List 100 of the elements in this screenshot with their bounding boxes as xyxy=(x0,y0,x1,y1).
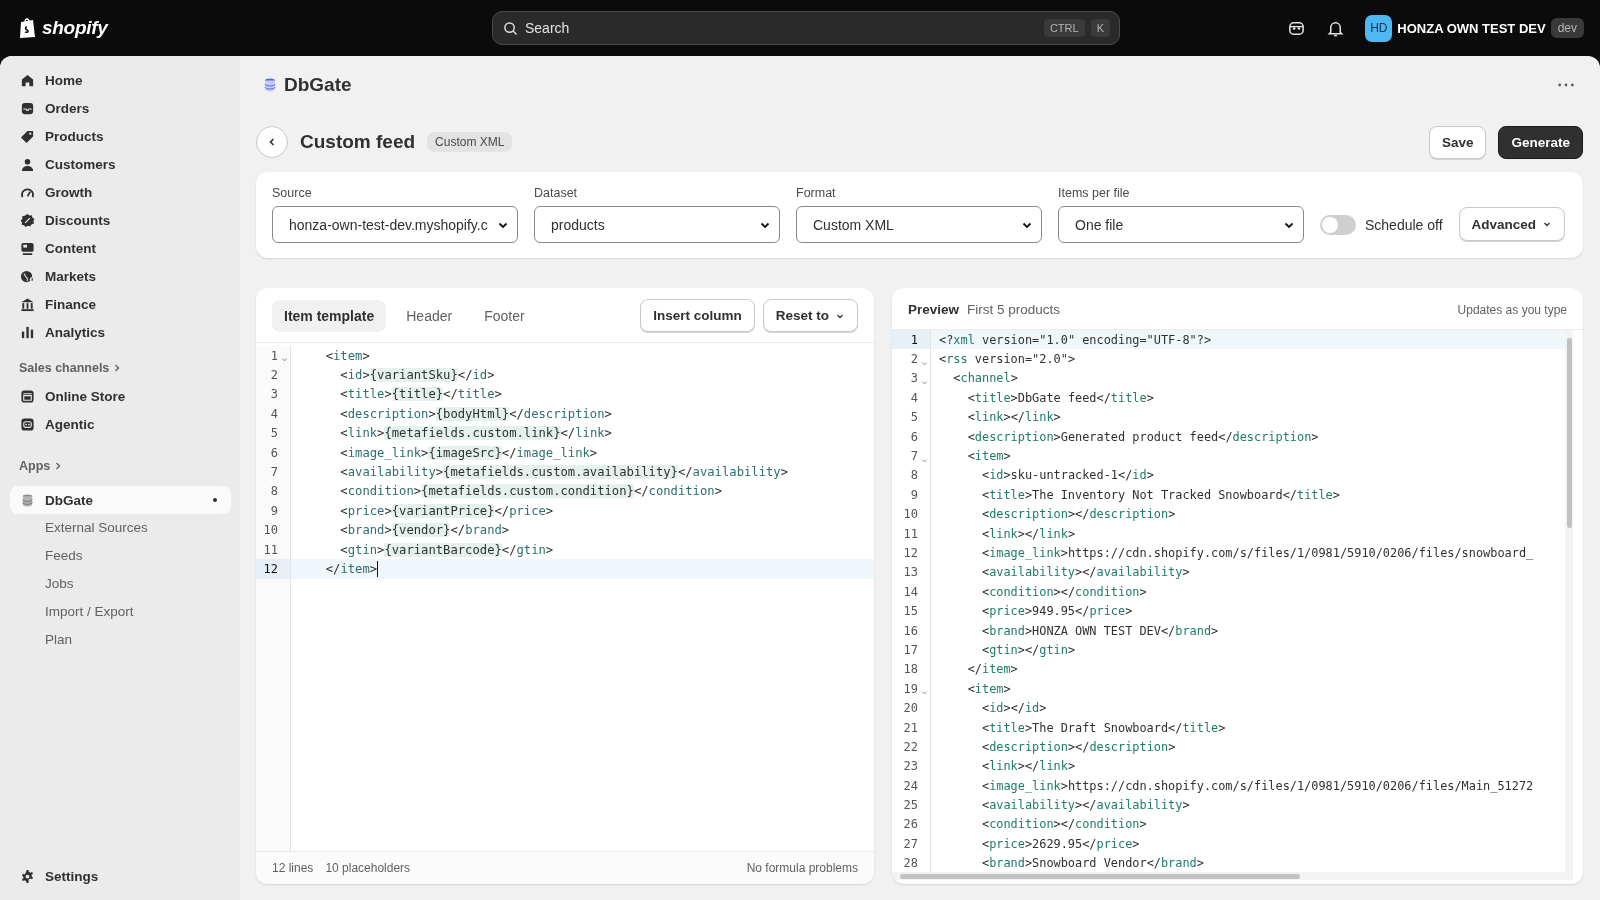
nav-item[interactable]: Home xyxy=(10,66,231,94)
nav-subitem[interactable]: Feeds xyxy=(10,542,231,570)
code-line: </item> xyxy=(324,562,378,576)
code-line: <channel> xyxy=(952,371,1018,386)
line-number: 11 xyxy=(263,542,278,557)
code-line: <title>The Draft Snowboard</title> xyxy=(980,720,1226,735)
line-number: 18 xyxy=(903,662,918,677)
line-number: 24 xyxy=(903,778,918,793)
nav-item[interactable]: Discounts xyxy=(10,206,231,234)
line-number: 20 xyxy=(903,701,918,716)
advanced-button[interactable]: Advanced xyxy=(1458,207,1566,241)
nav-subitem[interactable]: Import / Export xyxy=(10,598,231,626)
bank-icon xyxy=(20,296,35,312)
tag-icon xyxy=(20,128,35,144)
store-avatar[interactable]: HD xyxy=(1365,14,1393,42)
line-number: 13 xyxy=(903,565,918,580)
code-line: <link></link> xyxy=(980,526,1076,541)
fold-icon[interactable] xyxy=(280,356,288,364)
more-icon[interactable] xyxy=(1557,82,1575,88)
problems-status: No formula problems xyxy=(746,861,858,875)
section-heading[interactable]: Sales channels xyxy=(10,354,231,382)
fold-icon[interactable] xyxy=(920,379,928,387)
line-number: 19 xyxy=(903,681,918,696)
dropdown-field[interactable]: One file xyxy=(1058,206,1304,243)
code-line: <description>{bodyHtml}</description> xyxy=(339,406,612,421)
discount-icon xyxy=(20,212,35,228)
dropdown-field[interactable]: Custom XML xyxy=(796,206,1042,243)
nav-item[interactable]: Finance xyxy=(10,290,231,318)
field-label: Format xyxy=(796,186,837,200)
line-number: 1 xyxy=(270,348,278,363)
vertical-scrollbar[interactable] xyxy=(1565,330,1573,872)
home-icon xyxy=(20,72,35,88)
person-icon xyxy=(20,156,35,172)
line-number: 5 xyxy=(910,410,918,425)
fold-icon[interactable] xyxy=(920,359,928,367)
fold-icon[interactable] xyxy=(920,456,928,464)
reset-menu-button[interactable]: Reset to xyxy=(762,299,858,332)
back-button[interactable] xyxy=(256,126,288,158)
shortcut-key: K xyxy=(1090,19,1110,37)
section-heading[interactable]: Apps xyxy=(10,452,231,480)
line-number: 7 xyxy=(270,465,278,480)
code-line: <price>{variantPrice}</price> xyxy=(339,503,554,518)
code-line: <title>The Inventory Not Tracked Snowboard</title> xyxy=(980,487,1340,502)
insert-column-button[interactable]: Insert column xyxy=(640,299,755,332)
page-title: Custom feed xyxy=(300,131,416,153)
code-line: <price>2629.95</price> xyxy=(980,836,1140,851)
store-name[interactable]: HONZA OWN TEST DEV xyxy=(1397,20,1546,36)
field-label: Source xyxy=(272,186,313,200)
schedule-toggle[interactable] xyxy=(1320,214,1356,235)
line-number: 14 xyxy=(903,584,918,599)
database-icon xyxy=(20,492,35,508)
nav-item[interactable]: Online Store xyxy=(10,382,231,410)
update-note: Updates as you type xyxy=(1457,303,1567,317)
line-number: 4 xyxy=(270,406,278,421)
nav-subitem[interactable]: External Sources xyxy=(10,514,231,542)
line-number: 21 xyxy=(903,720,918,735)
dropdown-field[interactable]: products xyxy=(534,206,780,243)
nav-subitem[interactable]: Plan xyxy=(10,626,231,654)
dropdown-field[interactable]: honza-own-test-dev.myshopify.c xyxy=(272,206,518,243)
nav-subitem[interactable]: Jobs xyxy=(10,570,231,598)
line-count: 12 lines xyxy=(272,861,314,875)
logo-wordmark[interactable]: shopify xyxy=(42,17,108,39)
line-number: 12 xyxy=(903,546,918,560)
code-line: </item> xyxy=(966,662,1018,677)
line-number: 28 xyxy=(903,856,918,871)
orders-icon xyxy=(20,100,35,116)
editor-tab[interactable]: Header xyxy=(394,299,465,332)
fold-icon[interactable] xyxy=(920,689,928,697)
nav-item[interactable]: Settings xyxy=(10,862,231,890)
editor-tab[interactable]: Item template xyxy=(272,299,387,332)
line-number: 9 xyxy=(910,487,918,502)
nav-item[interactable]: DbGate xyxy=(10,486,231,514)
shopping-bag-icon xyxy=(18,17,38,39)
nav-item[interactable]: Customers xyxy=(10,150,231,178)
code-line: <item> xyxy=(324,348,370,363)
nav-item[interactable]: Products xyxy=(10,122,231,150)
code-line: <link></link> xyxy=(966,410,1061,425)
chevron-left-icon xyxy=(267,137,277,147)
line-number: 8 xyxy=(910,468,918,483)
line-number: 8 xyxy=(270,484,278,499)
code-line: <item> xyxy=(966,681,1011,696)
code-line: <description></description> xyxy=(980,739,1176,754)
line-number: 23 xyxy=(903,759,918,774)
code-line: <item> xyxy=(966,449,1011,464)
editor-tab[interactable]: Footer xyxy=(472,299,537,332)
nav-item[interactable]: Growth xyxy=(10,178,231,206)
shortcut-key: CTRL xyxy=(1043,19,1085,37)
line-number: 10 xyxy=(903,507,918,522)
nav-item[interactable]: Content xyxy=(10,234,231,262)
nav-item[interactable]: Orders xyxy=(10,94,231,122)
code-line: <image_link>https://cdn.shopify.com/s/files/1/0981/5910/0206/files/snowboard_ xyxy=(980,546,1534,560)
code-line: <price>949.95</price> xyxy=(980,604,1133,619)
generate-button[interactable]: Generate xyxy=(1498,125,1583,159)
line-number: 6 xyxy=(910,429,918,444)
nav-item[interactable]: Markets xyxy=(10,262,231,290)
nav-item[interactable]: Agentic xyxy=(10,410,231,438)
nav-item[interactable]: Analytics xyxy=(10,318,231,346)
code-line: <?xml version="1.0" encoding="UTF-8"?> xyxy=(939,332,1212,347)
save-button[interactable]: Save xyxy=(1428,125,1487,159)
horizontal-scrollbar[interactable] xyxy=(892,872,1573,880)
